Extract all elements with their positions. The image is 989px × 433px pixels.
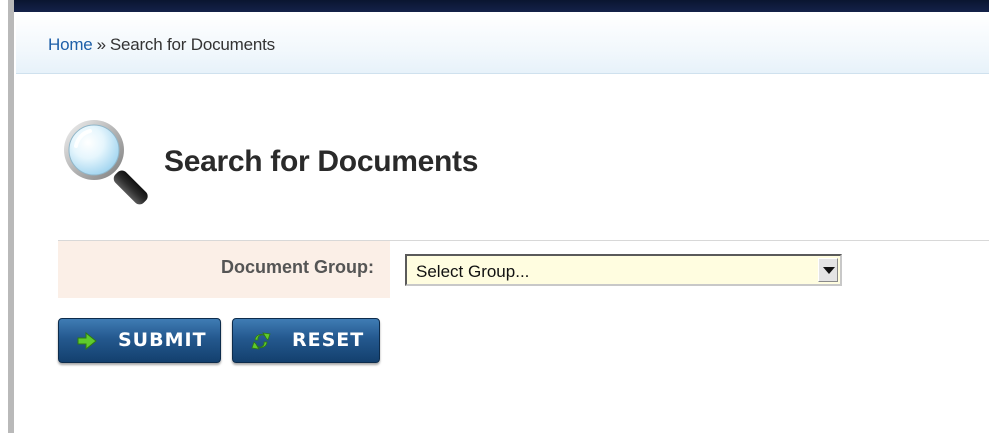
document-group-selected-value: Select Group... (416, 262, 530, 281)
chevron-down-icon[interactable] (818, 258, 838, 282)
refresh-icon (251, 332, 271, 350)
arrow-right-icon (77, 332, 97, 350)
breadcrumb: Home» Search for Documents (48, 35, 275, 55)
magnifier-icon (64, 120, 148, 205)
reset-button-label: RESET (292, 329, 365, 351)
document-group-select[interactable]: Select Group... (405, 254, 842, 286)
document-group-label: Document Group: (221, 257, 374, 277)
document-group-label-cell: Document Group: (58, 241, 390, 298)
breadcrumb-bar: Home» Search for Documents (16, 14, 989, 74)
breadcrumb-current: Search for Documents (109, 35, 275, 54)
reset-button[interactable]: RESET (232, 318, 380, 363)
top-nav-bar (12, 0, 989, 12)
breadcrumb-separator: » (96, 35, 106, 54)
page-title: Search for Documents (164, 145, 479, 178)
left-border (8, 0, 14, 433)
submit-button-label: SUBMIT (118, 329, 207, 351)
breadcrumb-home-link[interactable]: Home (48, 35, 93, 54)
submit-button[interactable]: SUBMIT (58, 318, 221, 363)
